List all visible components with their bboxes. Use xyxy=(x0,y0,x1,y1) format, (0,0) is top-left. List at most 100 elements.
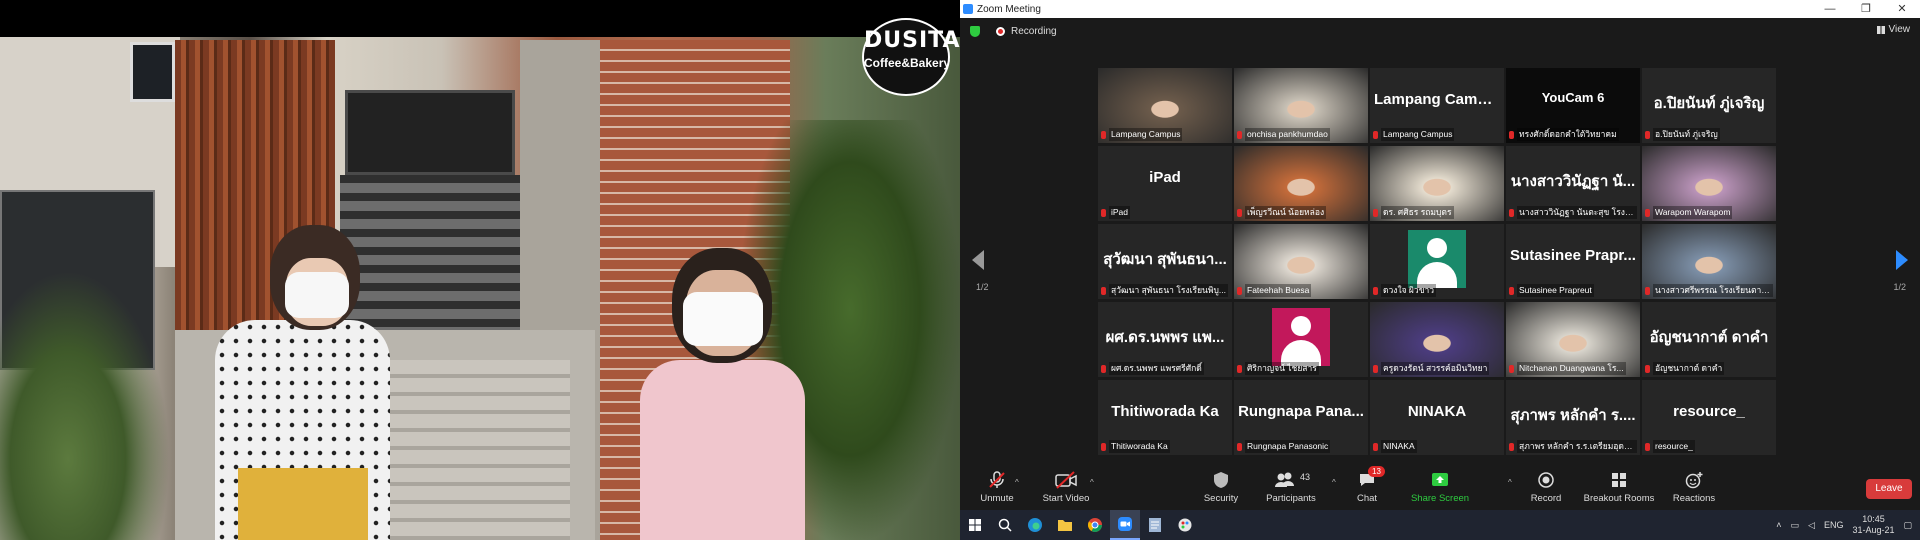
participant-tile[interactable]: Sutasinee Prapr... Sutasinee Prapreut xyxy=(1506,224,1640,299)
page-indicator-left: 1/2 xyxy=(976,282,989,292)
tray-chevron-up-icon[interactable]: ˄ xyxy=(1776,520,1781,530)
participant-tile[interactable]: Warapom Warapom xyxy=(1642,146,1776,221)
participant-display-name: Sutasinee Prapr... xyxy=(1510,247,1636,264)
taskbar-chrome[interactable] xyxy=(1080,510,1110,540)
clock-date: 31-Aug-21 xyxy=(1852,525,1895,535)
cafe-logo-subtext: Coffee&Bakery xyxy=(864,56,951,70)
taskbar-edge[interactable] xyxy=(1020,510,1050,540)
taskbar-app[interactable] xyxy=(1170,510,1200,540)
start-button[interactable] xyxy=(960,510,990,540)
participants-button[interactable]: 43 Participants xyxy=(1260,470,1322,504)
participant-name-bar: iPad xyxy=(1101,206,1229,219)
reactions-button[interactable]: Reactions xyxy=(1668,470,1720,504)
participant-tile[interactable]: Nitchanan Duangwana โร... xyxy=(1506,302,1640,377)
mic-muted-icon xyxy=(1645,442,1650,451)
participant-name: Rungnapa Panasonic xyxy=(1245,440,1331,453)
search-button[interactable] xyxy=(990,510,1020,540)
participant-name: ศิริกาญจน์ ไชยสาร xyxy=(1245,362,1319,375)
taskbar-notepad[interactable] xyxy=(1140,510,1170,540)
participant-tile[interactable]: ศิริกาญจน์ ไชยสาร xyxy=(1234,302,1368,377)
scene-window xyxy=(130,42,175,102)
participant-tile[interactable]: นางสาวศรีพรรณ โรงเรียนตาร... xyxy=(1642,224,1776,299)
share-screen-button[interactable]: Share Screen xyxy=(1408,470,1472,504)
participant-tile[interactable]: onchisa pankhumdao xyxy=(1234,68,1368,143)
record-button[interactable]: Record xyxy=(1524,470,1568,504)
participant-display-name: สุวัฒนา สุพันธนา... xyxy=(1103,251,1227,268)
participant-tile[interactable]: iPad iPad xyxy=(1098,146,1232,221)
participant-display-name: อัญชนากาต์ ดาคำ xyxy=(1649,329,1769,346)
participant-tile[interactable]: Rungnapa Pana... Rungnapa Panasonic xyxy=(1234,380,1368,455)
audio-options-chevron-icon[interactable]: ^ xyxy=(1015,478,1019,487)
participants-label: Participants xyxy=(1266,493,1316,504)
scene-glass xyxy=(345,90,515,175)
next-page-arrow-icon[interactable] xyxy=(1896,250,1908,270)
participant-tile[interactable]: Fateehah Buesa xyxy=(1234,224,1368,299)
start-video-button[interactable]: Start Video xyxy=(1036,470,1096,504)
volume-icon[interactable]: ◁ xyxy=(1808,520,1815,531)
security-button[interactable]: Security xyxy=(1196,470,1246,504)
participant-name: Thitiworada Ka xyxy=(1109,440,1170,453)
participant-name-bar: สุวัฒนา สุพันธนา โรงเรียนพิบู... xyxy=(1101,284,1229,297)
clock[interactable]: 10:45 31-Aug-21 xyxy=(1852,514,1894,536)
participant-avatar-icon xyxy=(1408,230,1466,288)
notifications-icon[interactable]: ▢ xyxy=(1903,520,1912,531)
participants-chevron-icon[interactable]: ^ xyxy=(1332,478,1336,487)
share-options-chevron-icon[interactable]: ^ xyxy=(1508,478,1512,487)
participant-name: Lampang Campus xyxy=(1109,128,1183,141)
maximize-button[interactable]: ❐ xyxy=(1848,0,1884,18)
participant-display-name: อ.ปิยนันท์ ภู่เจริญ xyxy=(1653,95,1765,112)
chat-button[interactable]: 13 Chat xyxy=(1342,466,1392,504)
shield-icon[interactable] xyxy=(970,25,980,37)
participant-tile[interactable]: Lampang Campus Lampang Campus xyxy=(1370,68,1504,143)
participant-youcam-text: YouCam 6 xyxy=(1541,90,1605,105)
unmute-button[interactable]: Unmute xyxy=(972,470,1022,504)
previous-page-arrow-icon[interactable] xyxy=(972,250,984,270)
participant-tile[interactable]: NINAKA NINAKA xyxy=(1370,380,1504,455)
participant-tile[interactable]: ผศ.ดร.นพพร แพ... ผศ.ดร.นพพร แพรศรีศักดิ์ xyxy=(1098,302,1232,377)
network-icon[interactable]: ▭ xyxy=(1791,520,1800,531)
input-language[interactable]: ENG xyxy=(1824,520,1844,530)
participant-tile[interactable]: อ.ปิยนันท์ ภู่เจริญ อ.ปิยนันท์ ภู่เจริญ xyxy=(1642,68,1776,143)
participant-name-bar: resource_ xyxy=(1645,440,1773,453)
participant-display-name: ผศ.ดร.นพพร แพ... xyxy=(1105,329,1225,346)
mic-muted-icon xyxy=(1101,208,1106,217)
participant-name-bar: สุภาพร หลักคำ ร.ร.เตรียมอุดม... xyxy=(1509,440,1637,453)
close-button[interactable]: ✕ xyxy=(1884,0,1920,18)
participant-tile[interactable]: นางสาววินัฏฐา นั... นางสาววินัฏฐา นันตะสุ… xyxy=(1506,146,1640,221)
participant-tile[interactable]: Lampang Campus xyxy=(1098,68,1232,143)
participant-tile[interactable]: ครูดวงรัตน์ สวรรค์อมินวิทยา xyxy=(1370,302,1504,377)
participant-tile[interactable]: ดวงใจ ผิวขาว xyxy=(1370,224,1504,299)
mic-muted-icon xyxy=(1509,286,1514,295)
participant-name-bar: Sutasinee Prapreut xyxy=(1509,284,1637,297)
participant-name-bar: อ.ปิยนันท์ ภู่เจริญ xyxy=(1645,128,1773,141)
cafe-logo-text: DUSITA xyxy=(864,28,960,53)
video-options-chevron-icon[interactable]: ^ xyxy=(1090,478,1094,487)
taskbar-zoom[interactable] xyxy=(1110,510,1140,540)
mic-muted-icon xyxy=(1373,208,1378,217)
breakout-rooms-button[interactable]: Breakout Rooms xyxy=(1582,470,1656,504)
folder-icon xyxy=(1058,520,1072,531)
leave-button[interactable]: Leave xyxy=(1866,479,1912,499)
presenter-2-body xyxy=(640,360,805,540)
mic-muted-icon xyxy=(1509,130,1514,139)
participant-tile[interactable]: YouCam 6 ทรงศักดิ์ดอกคำใต้วิทยาคม xyxy=(1506,68,1640,143)
participant-display-name: Lampang Campus xyxy=(1374,91,1500,108)
view-button[interactable]: View xyxy=(1876,24,1910,35)
participant-tile[interactable]: สุภาพร หลักคำ ร.... สุภาพร หลักคำ ร.ร.เตร… xyxy=(1506,380,1640,455)
participant-name: นางสาวศรีพรรณ โรงเรียนตาร... xyxy=(1653,284,1773,297)
minimize-button[interactable]: — xyxy=(1812,0,1848,18)
participant-tile[interactable]: Thitiworada Ka Thitiworada Ka xyxy=(1098,380,1232,455)
participant-tile[interactable]: สุวัฒนา สุพันธนา... สุวัฒนา สุพันธนา โรงเ… xyxy=(1098,224,1232,299)
participant-tile[interactable]: ดร. ศศิธร รถมบุตร xyxy=(1370,146,1504,221)
participant-name: resource_ xyxy=(1653,440,1695,453)
zoom-app-icon xyxy=(963,4,973,14)
participant-display-name: สุภาพร หลักคำ ร.... xyxy=(1510,407,1636,424)
participants-icon: 43 xyxy=(1260,470,1322,490)
mic-muted-icon xyxy=(1509,364,1514,373)
taskbar-file-explorer[interactable] xyxy=(1050,510,1080,540)
participant-tile[interactable]: อัญชนากาต์ ดาคำ อัญชนากาต์ ดาคำ xyxy=(1642,302,1776,377)
participant-name-bar: Thitiworada Ka xyxy=(1101,440,1229,453)
participant-display-name: นางสาววินัฏฐา นั... xyxy=(1510,173,1636,190)
participant-tile[interactable]: เพ็ญรวีณน์ น้อยหล่อง xyxy=(1234,146,1368,221)
participant-tile[interactable]: resource_ resource_ xyxy=(1642,380,1776,455)
